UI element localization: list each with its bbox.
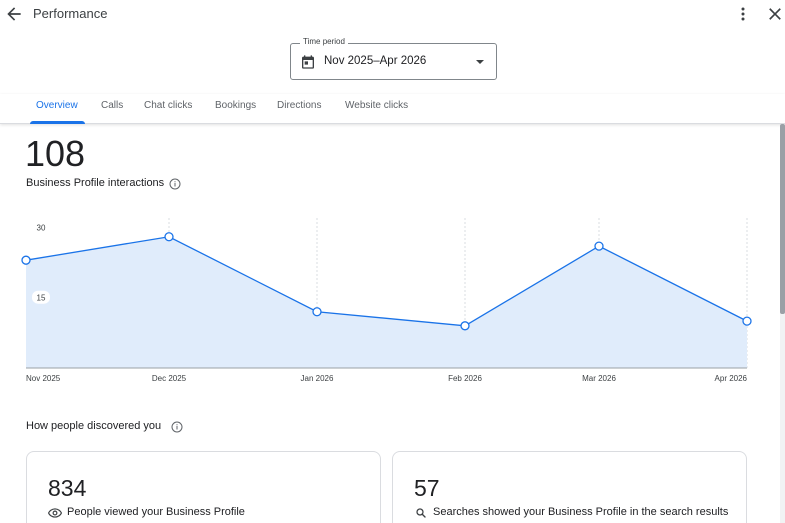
x-tick-label: Jan 2026 [301,374,334,383]
search-appearances-desc: Searches showed your Business Profile in… [433,506,729,518]
x-tick-label: Dec 2025 [152,374,187,383]
active-tab-indicator [30,121,85,124]
search-appearances-card[interactable]: 57 Searches showed your Business Profile… [392,451,747,523]
search-icon [416,508,426,518]
search-appearances-value: 57 [414,475,440,501]
profile-views-value: 834 [48,475,87,501]
more-vert-icon[interactable] [733,4,753,24]
tab-overview[interactable]: Overview [36,94,78,124]
info-icon[interactable] [171,421,183,433]
close-icon[interactable] [765,4,785,24]
profile-views-card[interactable]: 834 People viewed your Business Profile [26,451,381,523]
time-period-value: Nov 2025–Apr 2026 [324,55,427,67]
tab-chat-clicks[interactable]: Chat clicks [144,94,192,124]
page-title: Performance [33,6,108,21]
y-tick-label: 15 [37,294,46,303]
interactions-total: 108 [25,133,86,174]
data-point [164,232,174,242]
data-point [21,255,31,265]
arrow-back-icon[interactable] [4,4,24,24]
eye-icon [48,508,62,518]
info-icon[interactable] [169,178,181,190]
interactions-chart: 15 30 Nov 2025 Dec 2025 Jan 2026 Feb 2026 Mar … [21,218,752,383]
data-point [460,321,470,331]
interactions-label-text: Business Profile interactions [26,177,165,189]
x-tick-label: Nov 2025 [26,374,61,383]
tab-bookings[interactable]: Bookings [215,94,256,124]
tab-bar: Overview Calls Chat clicks Bookings Dire… [0,94,785,124]
time-period-select[interactable]: Time period Nov 2025–Apr 2026 [290,37,497,80]
tab-calls[interactable]: Calls [101,94,123,124]
data-point [312,307,322,317]
data-point [742,316,752,326]
series-area [26,236,747,368]
calendar-icon [302,55,314,69]
y-tick-label: 30 [37,223,46,232]
dropdown-arrow-icon [476,60,484,64]
x-tick-label: Feb 2026 [448,374,482,383]
top-bar: Performance [0,0,785,28]
profile-views-desc: People viewed your Business Profile [67,506,245,518]
tab-website-clicks[interactable]: Website clicks [345,94,408,124]
data-point [594,241,604,251]
x-tick-label: Mar 2026 [582,374,616,383]
tab-directions[interactable]: Directions [277,94,321,124]
x-tick-label: Apr 2026 [715,374,748,383]
time-period-label: Time period [300,37,348,46]
discovery-title: How people discovered you [26,420,162,432]
interactions-label: Business Profile interactions [26,177,164,189]
